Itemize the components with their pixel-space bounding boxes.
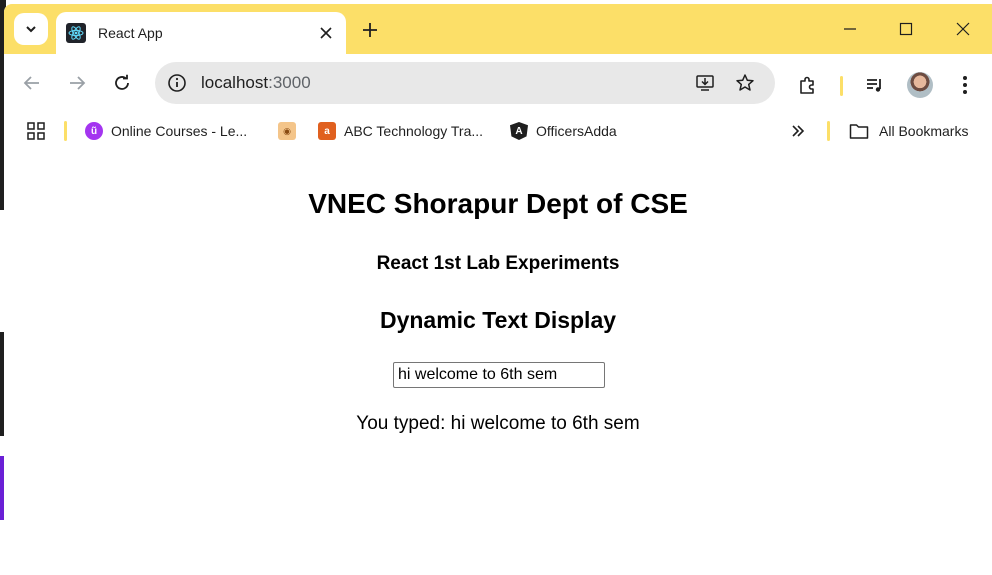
browser-toolbar: localhost:3000 (4, 54, 992, 114)
minimize-button[interactable] (835, 14, 865, 44)
playlist-icon (867, 79, 881, 92)
food-icon: ◉ (278, 122, 296, 140)
bookmarks-separator (827, 121, 830, 141)
close-tab-button[interactable] (312, 19, 340, 47)
reload-button[interactable] (106, 67, 138, 99)
back-button[interactable] (16, 67, 48, 99)
text-input[interactable] (393, 362, 605, 388)
address-bar[interactable]: localhost:3000 (155, 62, 775, 104)
url-port: :3000 (268, 73, 311, 92)
close-icon (956, 22, 970, 36)
url-text: localhost:3000 (201, 73, 311, 93)
media-control-button[interactable] (859, 69, 891, 101)
bookmarks-separator (64, 121, 67, 141)
more-bookmarks-button[interactable] (791, 120, 805, 142)
bookmark-star-button[interactable] (731, 69, 759, 97)
profile-avatar[interactable] (907, 72, 933, 98)
page-content: VNEC Shorapur Dept of CSE React 1st Lab … (4, 148, 992, 575)
folder-icon (849, 124, 869, 139)
title-bar: React App (4, 4, 992, 54)
install-icon (696, 75, 714, 91)
install-app-button[interactable] (691, 69, 719, 97)
more-vert-icon (963, 76, 967, 94)
maximize-icon (899, 22, 913, 36)
bookmark-officersadda[interactable]: A OfficersAdda (510, 120, 617, 142)
forward-button[interactable] (61, 67, 93, 99)
browser-window: React App localhost:3000 ũ Online Course… (4, 4, 992, 575)
angular-icon: A (510, 122, 528, 140)
bookmark-food[interactable]: ◉ (278, 120, 304, 142)
bookmark-label: Online Courses - Le... (111, 123, 248, 139)
minimize-icon (844, 28, 856, 30)
close-icon (320, 27, 332, 39)
page-title: VNEC Shorapur Dept of CSE (308, 188, 688, 219)
bookmark-label: ABC Technology Tra... (344, 123, 484, 139)
page-subtitle: React 1st Lab Experiments (376, 253, 620, 274)
arrow-right-icon (70, 76, 86, 90)
abc-icon: a (318, 122, 336, 140)
apps-button[interactable] (26, 120, 46, 142)
apps-grid-icon (27, 122, 45, 140)
extensions-button[interactable] (792, 69, 824, 101)
bookmark-label: OfficersAdda (536, 123, 617, 139)
new-tab-button[interactable] (356, 16, 384, 44)
site-info-icon[interactable] (165, 71, 189, 95)
star-icon (736, 74, 754, 91)
typed-output: You typed: hi welcome to 6th sem (356, 413, 640, 434)
puzzle-icon (800, 76, 814, 94)
plus-icon (363, 23, 377, 37)
section-title: Dynamic Text Display (379, 307, 617, 333)
tab-search-button[interactable] (14, 13, 48, 45)
all-bookmarks-button[interactable]: All Bookmarks (849, 120, 968, 142)
all-bookmarks-label: All Bookmarks (879, 123, 969, 139)
chevron-down-icon (26, 26, 36, 33)
url-host: localhost (201, 73, 269, 92)
toolbar-separator (840, 76, 843, 96)
bookmark-online-courses[interactable]: ũ Online Courses - Le... (85, 120, 247, 142)
double-chevron-right-icon (792, 125, 805, 137)
bookmarks-bar: ũ Online Courses - Le... ◉ a ABC Technol… (4, 114, 992, 148)
close-window-button[interactable] (948, 14, 978, 44)
tab-title: React App (98, 25, 163, 41)
udemy-icon: ũ (85, 122, 103, 140)
maximize-button[interactable] (891, 14, 921, 44)
arrow-left-icon (23, 76, 39, 90)
react-icon (66, 23, 86, 43)
bookmark-abc-technology[interactable]: a ABC Technology Tra... (318, 120, 483, 142)
reload-icon (115, 74, 129, 90)
menu-button[interactable] (949, 69, 981, 101)
tab-react-app[interactable]: React App (56, 12, 346, 54)
